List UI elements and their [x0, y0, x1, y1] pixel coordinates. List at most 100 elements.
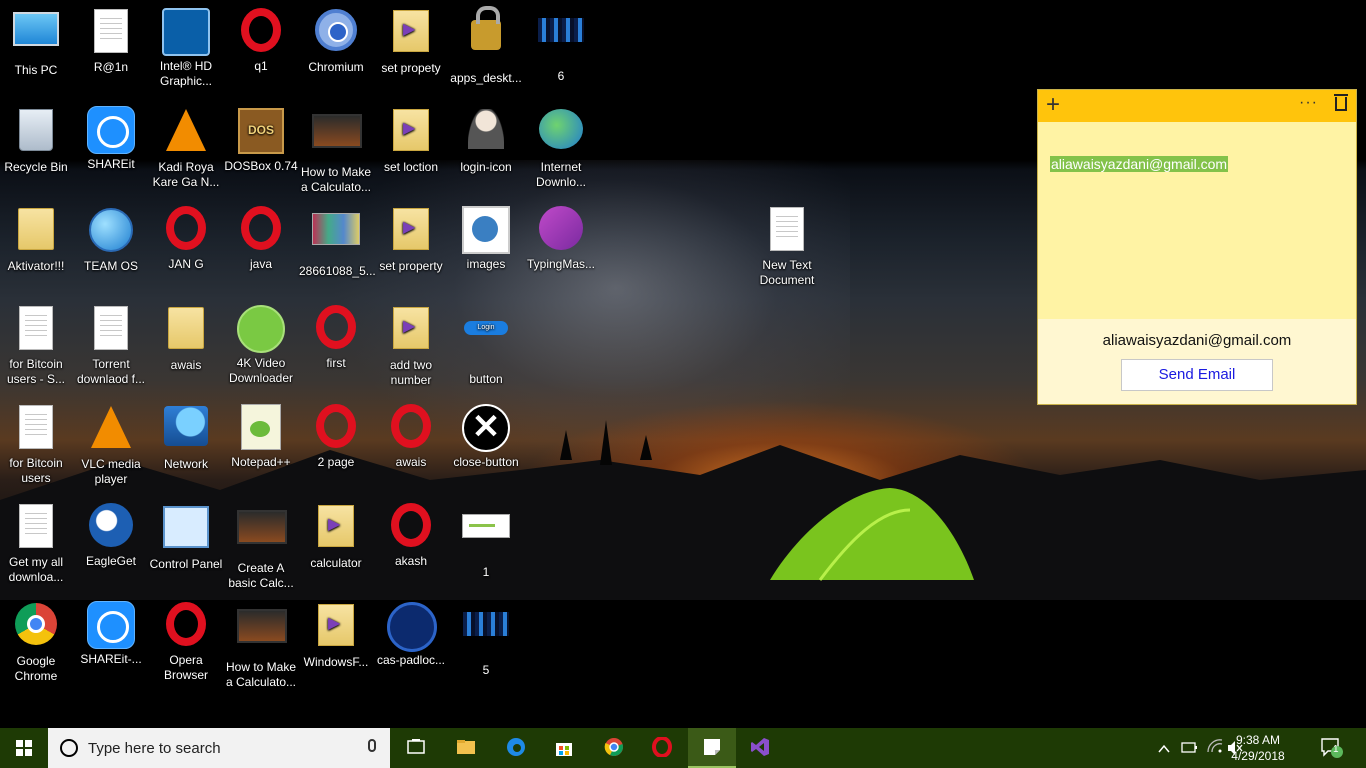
desktop-icon[interactable]: Opera Browser — [149, 600, 223, 683]
desktop-icon[interactable]: Intel® HD Graphic... — [149, 6, 223, 89]
desktop-icon[interactable]: Login button — [449, 303, 523, 387]
desktop-icon[interactable]: cas-padloc... — [374, 600, 448, 668]
document-icon — [763, 207, 811, 255]
intel-graphics-icon — [162, 8, 210, 56]
sticky-note-window[interactable]: + ··· aliawaisyazdani@gmail.com aliawais… — [1037, 89, 1357, 405]
login-image-icon — [462, 206, 510, 254]
desktop-icon[interactable]: calculator — [299, 501, 373, 571]
action-center-button[interactable]: 1 — [1318, 736, 1346, 760]
typingmaster-icon — [537, 206, 585, 254]
more-options-button[interactable]: ··· — [1299, 94, 1318, 112]
desktop-icon[interactable]: JAN G — [149, 204, 223, 272]
desktop-icon[interactable]: for Bitcoin users - S... — [0, 303, 73, 387]
desktop-icon-label: close-button — [453, 455, 519, 469]
desktop-icon[interactable]: first — [299, 303, 373, 371]
desktop-icon-label: images — [466, 257, 506, 271]
delete-note-icon[interactable] — [1334, 94, 1348, 111]
desktop-icon[interactable]: for Bitcoin users — [0, 402, 73, 486]
desktop-icon-label: Opera Browser — [163, 653, 208, 682]
desktop-icon[interactable]: Torrent downlaod f... — [74, 303, 148, 387]
desktop-icon-label: for Bitcoin users — [9, 456, 63, 485]
desktop-icon-label: Get my all downloa... — [8, 555, 64, 584]
note-text-area[interactable]: aliawaisyazdani@gmail.com — [1038, 122, 1356, 319]
desktop-icon[interactable]: 4K Video Downloader — [224, 303, 298, 386]
desktop-icon[interactable]: 1 — [449, 501, 523, 580]
desktop-icon[interactable]: ✕ close-button — [449, 402, 523, 470]
desktop-icon[interactable]: Google Chrome — [0, 600, 73, 684]
desktop-icon[interactable]: SHAREit-... — [74, 600, 148, 667]
desktop-icon[interactable]: login-icon — [449, 105, 523, 175]
opera-taskbar-button[interactable] — [638, 728, 686, 768]
desktop-icon[interactable]: R@1n — [74, 6, 148, 75]
show-hidden-icons-button[interactable] — [1156, 728, 1172, 768]
desktop-icon[interactable]: This PC — [0, 6, 73, 78]
desktop-icon[interactable]: akash — [374, 501, 448, 569]
desktop-icon[interactable]: set propety — [374, 6, 448, 76]
desktop-icon[interactable]: Aktivator!!! — [0, 204, 73, 274]
visual-studio-icon — [751, 738, 769, 756]
desktop-icon-label: set loction — [383, 160, 439, 174]
store-button[interactable] — [540, 728, 588, 768]
vlc-icon — [162, 109, 210, 157]
desktop-icon-label: awais — [170, 358, 202, 372]
desktop-icon[interactable]: New Text Document — [750, 204, 824, 288]
selected-note-text[interactable]: aliawaisyazdani@gmail.com — [1050, 156, 1229, 172]
desktop-icon[interactable]: 5 — [449, 600, 523, 678]
desktop-icon[interactable]: awais — [374, 402, 448, 470]
opera-icon — [312, 404, 360, 452]
network-tray-button[interactable] — [1206, 728, 1224, 768]
desktop-icon[interactable]: DOS DOSBox 0.74 — [224, 105, 298, 174]
task-view-button[interactable] — [392, 728, 440, 768]
desktop-icon[interactable]: TEAM OS — [74, 204, 148, 274]
desktop-icon[interactable]: set loction — [374, 105, 448, 175]
start-button[interactable] — [0, 728, 48, 768]
control-panel-icon — [162, 506, 210, 554]
desktop-icon[interactable]: EagleGet — [74, 501, 148, 569]
desktop-icon[interactable]: Kadi Roya Kare Ga N... — [149, 105, 223, 190]
desktop-icon[interactable]: Internet Downlo... — [524, 105, 598, 190]
desktop-icon[interactable]: Create A basic Calc... — [224, 501, 298, 591]
desktop-icon[interactable]: How to Make a Calculato... — [224, 600, 298, 690]
desktop-icon-label: calculator — [310, 556, 362, 570]
desktop-icon[interactable]: apps_deskt... — [449, 6, 523, 86]
opera-icon — [237, 206, 285, 254]
desktop-icon[interactable]: TypingMas... — [524, 204, 598, 272]
file-explorer-button[interactable] — [442, 728, 490, 768]
desktop-icon[interactable]: Notepad++ — [224, 402, 298, 470]
chevron-up-icon — [1158, 744, 1170, 753]
eagleget-icon — [87, 503, 135, 551]
desktop-icon[interactable]: SHAREit — [74, 105, 148, 172]
desktop-icon[interactable]: images — [449, 204, 523, 272]
desktop-icon[interactable]: set property — [374, 204, 448, 274]
desktop-icon[interactable]: Network — [149, 402, 223, 472]
desktop-icon[interactable]: Get my all downloa... — [0, 501, 73, 585]
desktop-icon[interactable]: 6 — [524, 6, 598, 84]
desktop-icon[interactable]: How to Make a Calculato... — [299, 105, 373, 195]
file-explorer-icon — [457, 740, 475, 754]
edge-button[interactable] — [492, 728, 540, 768]
desktop-icon-label: WindowsF... — [303, 655, 369, 669]
desktop-icon[interactable]: q1 — [224, 6, 298, 74]
desktop-icon[interactable]: Recycle Bin — [0, 105, 73, 175]
desktop-icon-label: login-icon — [460, 160, 512, 174]
desktop-icon-label: set property — [379, 259, 443, 273]
send-email-button[interactable]: Send Email — [1121, 359, 1273, 391]
microphone-icon[interactable] — [368, 739, 376, 752]
desktop-icon[interactable]: 2 page — [299, 402, 373, 470]
new-note-button[interactable]: + — [1046, 93, 1060, 117]
clock[interactable]: 9:38 AM 4/29/2018 — [1225, 732, 1291, 764]
desktop-icon[interactable]: 28661088_5... — [299, 204, 376, 279]
desktop-icon[interactable]: Control Panel — [149, 501, 223, 572]
sticky-notes-taskbar-button[interactable] — [688, 728, 736, 768]
desktop-icon[interactable]: Chromium — [299, 6, 373, 75]
desktop-icon[interactable]: add two number — [374, 303, 448, 388]
search-box[interactable]: Type here to search — [48, 728, 390, 768]
desktop-icon-label: for Bitcoin users - S... — [6, 357, 65, 386]
chrome-taskbar-button[interactable] — [590, 728, 638, 768]
power-tray-button[interactable] — [1180, 728, 1198, 768]
desktop-icon[interactable]: java — [224, 204, 298, 272]
desktop-icon[interactable]: awais — [149, 303, 223, 373]
desktop-icon[interactable]: VLC media player — [74, 402, 148, 487]
visual-studio-button[interactable] — [736, 728, 784, 768]
desktop-icon[interactable]: WindowsF... — [299, 600, 373, 670]
